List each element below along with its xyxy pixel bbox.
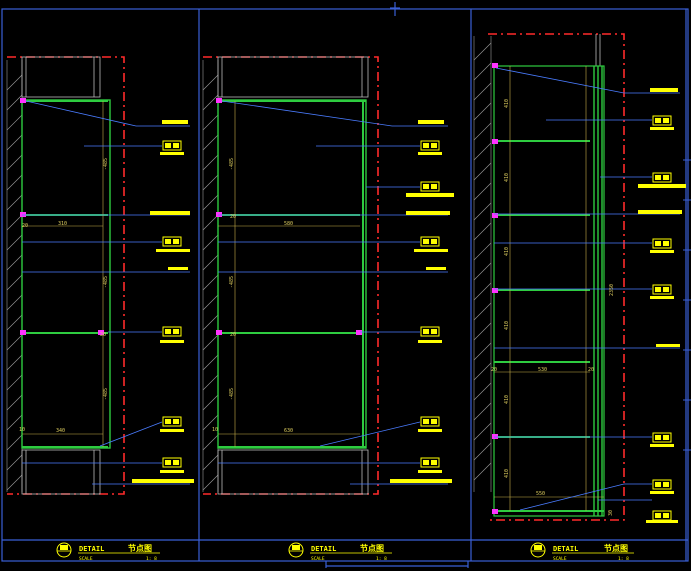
dim-label: 530	[538, 367, 547, 373]
dim-label: -485	[103, 276, 109, 288]
scale-value: 1: 8	[618, 556, 629, 562]
dim-label: 30	[608, 510, 614, 516]
leader-lines	[494, 67, 680, 511]
shelves	[494, 140, 604, 512]
dim-label: 310	[58, 221, 67, 227]
dim-label: 410	[504, 469, 510, 478]
dim-label: 410	[504, 321, 510, 330]
detail-panel-3: 530 550 410 410 410 410 410 410 2350 20 …	[473, 33, 686, 562]
dim-label: 20	[230, 214, 236, 220]
side-panels	[593, 66, 603, 516]
dim-label: 580	[284, 221, 293, 227]
dim-label: -485	[229, 388, 235, 400]
dim-label: -485	[103, 388, 109, 400]
bulkheads	[595, 34, 601, 66]
magenta-brackets	[492, 63, 498, 514]
tag-markers	[390, 120, 454, 483]
dim-label: 20	[230, 332, 236, 338]
dim-label: 20	[100, 332, 106, 338]
leader-lines	[218, 100, 448, 485]
magenta-brackets	[216, 98, 362, 335]
detail-title-en: DETAIL	[79, 545, 104, 553]
shelves	[22, 100, 108, 448]
detail-title-3: DETAIL 节点图 SCALE 1: 8	[530, 542, 634, 562]
dim-label: 20	[491, 367, 497, 373]
detail-title-cn: 节点图	[360, 543, 384, 553]
detail-title-cn: 节点图	[604, 543, 628, 553]
dim-label: 20	[22, 223, 28, 229]
dim-label: -485	[229, 276, 235, 288]
shelves	[218, 100, 366, 448]
title-block-edge	[683, 159, 691, 451]
dim-label: 2350	[609, 284, 615, 296]
detail-panel-1: 310 340 -485 -485 -485 20 20 10 DETAIL 节…	[6, 56, 194, 562]
cad-drawing-sheet: 310 340 -485 -485 -485 20 20 10 DETAIL 节…	[1, 2, 691, 568]
scale-label: SCALE	[79, 556, 93, 562]
dim-label: 10	[212, 427, 218, 433]
dim-label: 410	[504, 395, 510, 404]
dim-label: 20	[588, 367, 594, 373]
detail-title-en: DETAIL	[553, 545, 578, 553]
detail-title-2: DETAIL 节点图 SCALE 1: 8	[288, 542, 392, 562]
dim-label: 410	[504, 247, 510, 256]
dim-label: 340	[56, 428, 65, 434]
dim-label: 410	[504, 173, 510, 182]
detail-panel-2: 580 630 -485 -485 -485 20 20 10 DETAIL 节…	[202, 56, 454, 562]
dim-label: 550	[536, 491, 545, 497]
scale-value: 1: 8	[146, 556, 157, 562]
scale-value: 1: 8	[376, 556, 387, 562]
dim-label: 10	[19, 427, 25, 433]
dimension-lines	[22, 101, 104, 447]
cabinet-box	[217, 99, 367, 449]
tag-markers	[638, 88, 686, 523]
dim-label: -485	[229, 158, 235, 170]
wall-hatch	[473, 36, 492, 492]
dimension-lines	[494, 66, 604, 511]
dim-label: 410	[504, 99, 510, 108]
detail-title-en: DETAIL	[311, 545, 336, 553]
magenta-brackets	[20, 98, 104, 335]
cabinet-box	[21, 99, 111, 449]
scale-label: SCALE	[311, 556, 325, 562]
tag-markers	[132, 120, 194, 483]
dim-label: 630	[284, 428, 293, 434]
scale-label: SCALE	[553, 556, 567, 562]
dim-label: -485	[103, 158, 109, 170]
detail-title-cn: 节点图	[128, 543, 152, 553]
detail-title-1: DETAIL 节点图 SCALE 1: 8	[56, 542, 160, 562]
dimension-lines	[218, 101, 360, 447]
